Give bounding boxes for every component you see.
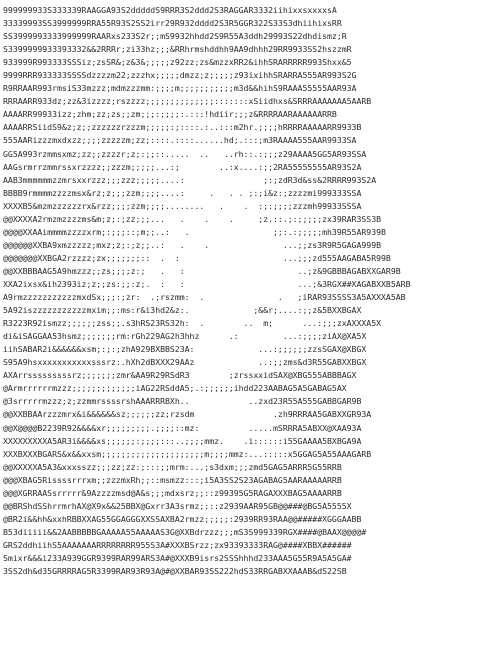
ascii-art-line: SS3999993333999999RAARxs233S2r;;mS9932hh… bbox=[3, 31, 347, 42]
ascii-art-line: AXArrsssssssssrz;;;;;;;zmr&AA9R29RSdR3 ;… bbox=[3, 370, 357, 381]
ascii-art-line: @BR2i&&hh&xxhRBBXXAG55GGAGGGXXSSAXBA2rmz… bbox=[3, 513, 362, 524]
ascii-art-line: R3223R92ismzz;;;;;;zss;;.s3hRS23RS32h: .… bbox=[3, 318, 382, 329]
ascii-art-line: di&iSAGGAA53hsmz;;;;;;;rm:rGh229AG2h3hhz… bbox=[3, 331, 367, 342]
ascii-art-line: 555AARizzzmxdxzz;;;;zzzzzm;zz;::::.::::.… bbox=[3, 135, 357, 146]
ascii-art-text: 999999933S333339RAAGGA93S2dddddS9RRR3S2d… bbox=[3, 4, 499, 578]
ascii-art-line: @@@@XXAAimmmmzzzzxrm;:;;;::;m;;..: . ;;:… bbox=[3, 226, 386, 237]
ascii-art-line: XXXXB5&mzmzzzzzzrx&rzz;;;;zzm;;;;.......… bbox=[3, 200, 362, 211]
ascii-art-line: @Armrrrrrrmzzz;;;;;;;;;;;;;iAG22RSddA5;.… bbox=[3, 383, 347, 394]
ascii-art-line: XXXBXXXBGARS&x&&xxsm;;;;;;;;;;;;;;;;;;;;… bbox=[3, 448, 372, 459]
ascii-art-line: 999999933S333339RAAGGA93S2dddddS9RRR3S2d… bbox=[3, 5, 337, 15]
ascii-art-line: 9999RRR933333SSSSdzzzzm22;zzzhx;;;;;dmzz… bbox=[3, 70, 357, 81]
ascii-art-line: B53diiiii&&2AABBBBBGAAAAA55AAAAAS3G@XXBd… bbox=[3, 526, 367, 537]
ascii-art-line: GG5A993rzmmsxmz;zz;;zzzzr;z;:;;::..... .… bbox=[3, 148, 367, 159]
ascii-art-line: 5A92iszzzzzzzzzzzmxim;;:ms:r&i3hd2&z:. ;… bbox=[3, 305, 362, 316]
ascii-art-line: S95A9hsxxxxxxxxxxxsssrz:.hXh2dBXXX29AAz … bbox=[3, 357, 367, 368]
ascii-art-line: @@@XBAG5Rissssrrrxm;;zzzmxRh;;::msmzz:::… bbox=[3, 474, 342, 485]
ascii-art-line: 33339993SS3999999RRA55R93S2SS2irr29R932d… bbox=[3, 18, 342, 29]
ascii-art-line: @@XXBBAArzzzmrx&i&&&&&&sz;;;;;;zz;rzsdm … bbox=[3, 409, 372, 420]
ascii-art-line: A9rmzzzzzzzzzzzmxdSx;;;:;zr: .;rszmm: . … bbox=[3, 292, 406, 303]
ascii-art-line: @@BRShdSShrrmrhAX@X9x&&25BBX@Gxrr3A3srmz… bbox=[3, 500, 352, 511]
ascii-art-line: @@XXXXXA5A3&xxxsszz;;;zz;zz:;:::;;mrm:..… bbox=[3, 461, 342, 472]
ascii-art-line: S3399999933393332&&2RRRr;zi33hz;;;&RRhrm… bbox=[3, 44, 352, 55]
ascii-art-line: @@@@@@@XXBGA2rzzzz;zx;;;;;;;:: . : ...;;… bbox=[3, 252, 391, 263]
ascii-art-line: Smixr&&&i233A939GGR9399RAR99ARS3A#@XXXB9… bbox=[3, 552, 352, 563]
ascii-art-line: @@X@@@@B2239R92&&&&xr;;;;;;;;;.;;;;::mz:… bbox=[3, 422, 362, 433]
ascii-art-line: AAAARRSiidS9&z;z;;zzzzzzrzzzm;;;;;:;::::… bbox=[3, 122, 362, 133]
ascii-art-line: @@@@@@XXBA9xmzzzzz;mxz;z;:;z;;..: . . ..… bbox=[3, 239, 382, 250]
ascii-art-line: AAGsrmrrzmmrssxrzzzz;;zzzm;;;;;...:; ..:… bbox=[3, 161, 362, 172]
ascii-art-canvas: 999999933S333339RAAGGA93S2dddddS9RRR3S2d… bbox=[3, 4, 499, 654]
ascii-art-line: 933999R993333SSSiz;zsSR&;z&3&;;;;;z92zz;… bbox=[3, 57, 352, 68]
ascii-art-line: AAAARR99933izz;zhm;zz;zs;;zm;;;:;;;;:.::… bbox=[3, 109, 337, 120]
ascii-art-line: @@XXXXA2rmzmzzzzms&m;z;:;zz;;;... . . . … bbox=[3, 213, 382, 224]
ascii-art-line: iihSABAR2i&&&&&&xsm;:;:;zhA929BXBBS23A: … bbox=[3, 344, 367, 355]
ascii-art-line: BBBB9rmmmmzzzzmsx&rz;z;;;zzm;;;;....: . … bbox=[3, 187, 362, 198]
ascii-art-line: AAB3mmmmmmzzmrsxxrzzz;;;zzz;;;;;....: ;:… bbox=[3, 174, 377, 185]
ascii-art-line: 3SS2dh&d35GRRRRAG5R3399RAR93R93A@#@XXBAR… bbox=[3, 566, 347, 577]
ascii-art-line: R9RRAAR993rmsiS33mzzz;mdmzzzmm:;;;;m;;;;… bbox=[3, 83, 357, 94]
ascii-art-line: XXXXXXXXXA5AR3i&&&&xs;;;;;;:;;;;:::..;;;… bbox=[3, 435, 362, 446]
ascii-art-line: @@@XGRRAASsrrrrr&9Azzzzmsd@A&s;;;mdxsrz;… bbox=[3, 487, 342, 498]
ascii-art-line: XXA2ixsx&ih2393iz;z;;zs:;;:z;. : : ...;&… bbox=[3, 278, 411, 289]
ascii-art-line: GRS2ddhiihS5AAAAAAARRRRRRRR955S3A#XXXBSr… bbox=[3, 539, 352, 550]
ascii-art-line: @3srrrrrmzzz;z;zzmmrssssrshAAARRRBXh.. .… bbox=[3, 396, 362, 407]
ascii-art-line: RRRAARR933dz;zz&3izzzz;rszzzz;;;;;;;;;;;… bbox=[3, 96, 372, 107]
ascii-art-line: @@XXBBBAAG5A9hmzzz;;zs;;;;z:; . : ..;z&9… bbox=[3, 265, 401, 276]
